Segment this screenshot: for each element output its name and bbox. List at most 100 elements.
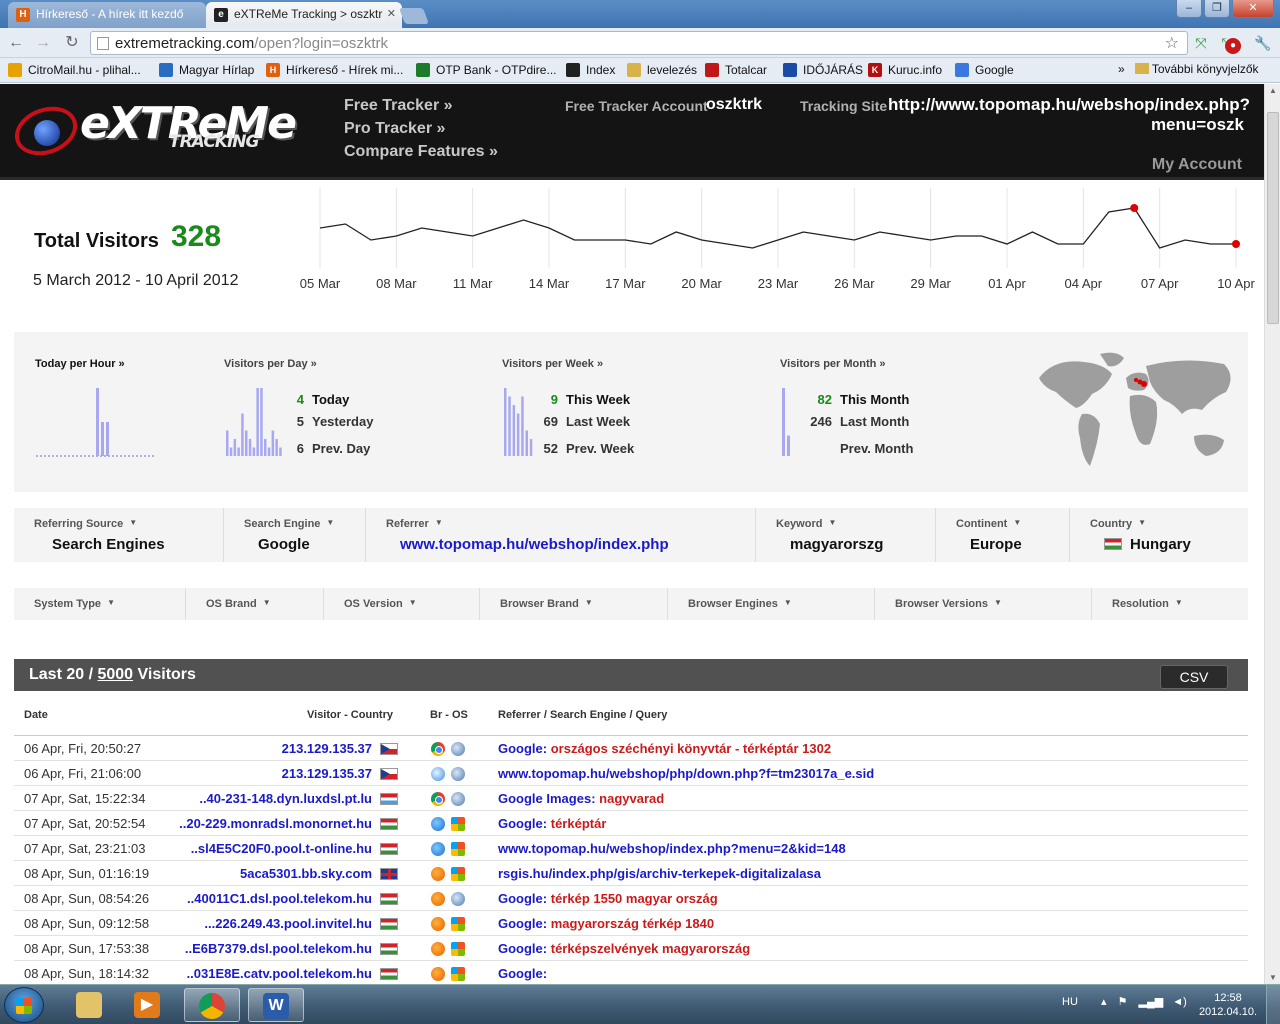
extension-arrows-icon[interactable]: ⤧: [1192, 34, 1210, 52]
tray-expand-icon[interactable]: ▴: [1101, 996, 1107, 1008]
back-icon[interactable]: ←: [6, 33, 26, 53]
referrer-link[interactable]: Google: térkép 1550 magyar ország: [498, 891, 718, 906]
referrer-link[interactable]: Google: térképszelvények magyarország: [498, 941, 750, 956]
filter-label[interactable]: Referrer ▼: [386, 518, 443, 530]
filter-system-type[interactable]: System Type ▼: [14, 588, 186, 620]
visitors-per-week-title[interactable]: Visitors per Week »: [502, 358, 603, 370]
filter-continent[interactable]: Continent ▼ Europe: [936, 508, 1070, 562]
taskbar-word[interactable]: W: [248, 988, 304, 1022]
referrer-link[interactable]: Google: országos széchényi könyvtár - té…: [498, 741, 831, 756]
filter-label[interactable]: Keyword ▼: [776, 518, 836, 530]
clock[interactable]: 12:58 2012.04.10.: [1196, 991, 1260, 1019]
bookmark-item[interactable]: Index: [566, 63, 615, 77]
data-point-marker[interactable]: [1232, 240, 1240, 248]
other-bookmarks-button[interactable]: » További könyvjelzők: [1118, 62, 1259, 76]
tracking-site-value[interactable]: http://www.topomap.hu/webshop/index.php?…: [888, 95, 1250, 135]
filter-country[interactable]: Country ▼ Hungary: [1070, 508, 1248, 562]
filter-value[interactable]: www.topomap.hu/webshop/index.php: [400, 536, 669, 553]
scroll-down-icon[interactable]: ▼: [1269, 973, 1277, 982]
bookmark-item[interactable]: OTP Bank - OTPdire...: [416, 63, 556, 77]
visitor-host-link[interactable]: ..40-231-148.dyn.luxdsl.pt.lu: [199, 791, 372, 806]
referrer-link[interactable]: Google Images: nagyvarad: [498, 791, 664, 806]
referrer-link[interactable]: rsgis.hu/index.php/gis/archiv-terkepek-d…: [498, 866, 821, 881]
close-tab-icon[interactable]: ✕: [387, 7, 396, 20]
filter-resolution[interactable]: Resolution ▼: [1092, 588, 1248, 620]
visitor-host-link[interactable]: ..031E8E.catv.pool.telekom.hu: [187, 966, 372, 981]
referrer-link[interactable]: Google:: [498, 966, 547, 981]
dropdown-caret-icon[interactable]: ▼: [585, 598, 593, 607]
bookmark-item[interactable]: Google: [955, 63, 1014, 77]
visitor-host-link[interactable]: ..20-229.monradsl.monornet.hu: [179, 816, 372, 831]
visitor-host-link[interactable]: ..40011C1.dsl.pool.telekom.hu: [187, 891, 372, 906]
dropdown-caret-icon[interactable]: ▼: [994, 598, 1002, 607]
dropdown-caret-icon[interactable]: ▼: [435, 518, 443, 527]
taskbar-chrome[interactable]: [184, 988, 240, 1022]
data-point-marker[interactable]: [1130, 204, 1139, 212]
bookmark-star-icon[interactable]: ☆: [1165, 33, 1179, 53]
show-desktop-button[interactable]: [1266, 985, 1280, 1024]
pro-tracker-link[interactable]: Pro Tracker »: [344, 120, 445, 138]
address-bar[interactable]: extremetracking.com/open?login=oszktrk ☆: [90, 31, 1188, 55]
reload-icon[interactable]: ↻: [62, 33, 82, 53]
start-button[interactable]: [4, 987, 44, 1023]
filter-search-engine[interactable]: Search Engine ▼ Google: [224, 508, 366, 562]
free-tracker-link[interactable]: Free Tracker »: [344, 97, 453, 115]
bookmark-item[interactable]: CitroMail.hu - plihal...: [8, 63, 141, 77]
my-account-link[interactable]: My Account: [1152, 156, 1242, 174]
filter-label[interactable]: Country ▼: [1090, 518, 1146, 530]
filter-keyword[interactable]: Keyword ▼ magyarorszg: [756, 508, 936, 562]
bookmark-item[interactable]: levelezés: [627, 63, 697, 77]
filter-browser-engines[interactable]: Browser Engines ▼: [668, 588, 875, 620]
taskbar-media-player[interactable]: ▶: [120, 988, 176, 1022]
visitor-host-link[interactable]: 213.129.135.37: [282, 766, 372, 781]
dropdown-caret-icon[interactable]: ▼: [326, 518, 334, 527]
dropdown-caret-icon[interactable]: ▼: [828, 518, 836, 527]
scrollbar-thumb[interactable]: [1267, 112, 1279, 324]
dropdown-caret-icon[interactable]: ▼: [107, 598, 115, 607]
filter-referrer[interactable]: Referrer ▼ www.topomap.hu/webshop/index.ph…: [366, 508, 756, 562]
filter-os-version[interactable]: OS Version ▼: [324, 588, 480, 620]
dropdown-caret-icon[interactable]: ▼: [1175, 598, 1183, 607]
volume-icon[interactable]: ◄): [1172, 996, 1187, 1008]
network-icon[interactable]: ▂▄▆: [1138, 996, 1163, 1008]
bookmark-item[interactable]: H Hírkereső - Hírek mi...: [266, 63, 403, 77]
bookmark-item[interactable]: Totalcar: [705, 63, 767, 77]
bookmark-item[interactable]: IDŐJÁRÁS: [783, 63, 863, 77]
visitor-host-link[interactable]: ...226.249.43.pool.invitel.hu: [204, 916, 372, 931]
bookmark-item[interactable]: Magyar Hírlap: [159, 63, 254, 77]
dropdown-caret-icon[interactable]: ▼: [1138, 518, 1146, 527]
filter-label[interactable]: Search Engine ▼: [244, 518, 334, 530]
close-window-button[interactable]: ✕: [1232, 0, 1274, 18]
filter-referring-source[interactable]: Referring Source ▼ Search Engines: [14, 508, 224, 562]
dropdown-caret-icon[interactable]: ▼: [784, 598, 792, 607]
tab-hirkereso[interactable]: H Hírkereső - A hírek itt kezdő: [8, 2, 206, 28]
visitor-host-link[interactable]: 213.129.135.37: [282, 741, 372, 756]
today-per-hour-title[interactable]: Today per Hour »: [35, 358, 125, 370]
visitor-host-link[interactable]: ..E6B7379.dsl.pool.telekom.hu: [185, 941, 372, 956]
new-tab-button[interactable]: [399, 8, 429, 24]
filter-browser-versions[interactable]: Browser Versions ▼: [875, 588, 1092, 620]
visitors-per-month-title[interactable]: Visitors per Month »: [780, 358, 886, 370]
restore-button[interactable]: ❐: [1204, 0, 1230, 18]
forward-icon[interactable]: →: [33, 33, 53, 53]
action-center-icon[interactable]: ⚑: [1118, 996, 1128, 1008]
tab-extreme-tracking[interactable]: e eXTReMe Tracking > oszktr ✕: [206, 2, 402, 28]
total-visitors-link[interactable]: 5000: [97, 666, 133, 683]
referrer-link[interactable]: www.topomap.hu/webshop/php/down.php?f=tm…: [498, 766, 874, 781]
filter-label[interactable]: Referring Source ▼: [34, 518, 137, 530]
csv-button[interactable]: CSV: [1160, 665, 1228, 689]
filter-os-brand[interactable]: OS Brand ▼: [186, 588, 324, 620]
filter-label[interactable]: Continent ▼: [956, 518, 1021, 530]
visitors-per-day-title[interactable]: Visitors per Day »: [224, 358, 317, 370]
dropdown-caret-icon[interactable]: ▼: [1013, 518, 1021, 527]
visitor-host-link[interactable]: 5aca5301.bb.sky.com: [240, 866, 372, 881]
compare-features-link[interactable]: Compare Features »: [344, 143, 498, 161]
referrer-link[interactable]: www.topomap.hu/webshop/index.php?menu=2&…: [498, 841, 846, 856]
extreme-tracking-logo[interactable]: eXTReMe TRACKING: [8, 94, 314, 172]
scroll-up-icon[interactable]: ▲: [1269, 86, 1277, 95]
referrer-link[interactable]: Google: magyarország térkép 1840: [498, 916, 714, 931]
filter-browser-brand[interactable]: Browser Brand ▼: [480, 588, 668, 620]
referrer-link[interactable]: Google: térképtár: [498, 816, 606, 831]
dropdown-caret-icon[interactable]: ▼: [409, 598, 417, 607]
minimize-button[interactable]: –: [1176, 0, 1202, 18]
